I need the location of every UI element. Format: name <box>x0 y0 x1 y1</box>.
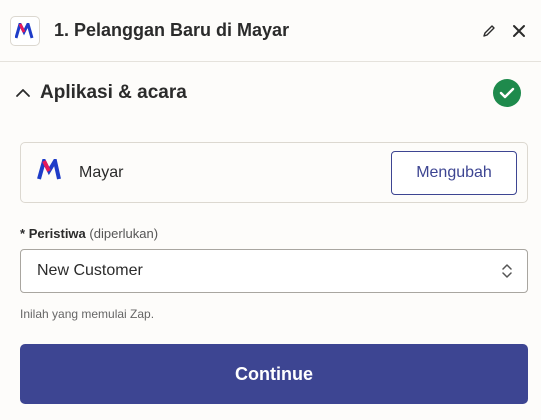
pencil-icon[interactable] <box>477 19 501 43</box>
app-event-section-header[interactable]: Aplikasi & acara <box>0 62 541 124</box>
change-app-button[interactable]: Mengubah <box>391 150 517 195</box>
close-icon[interactable] <box>507 19 531 43</box>
event-select[interactable]: New Customer <box>20 249 528 293</box>
selected-app-card: Mayar Mengubah <box>20 142 528 203</box>
required-marker: * <box>20 226 26 241</box>
event-select-value: New Customer <box>37 262 143 279</box>
mayar-logo-icon <box>10 15 40 46</box>
event-field-label: * Peristiwa (diperlukan) <box>20 226 158 241</box>
chevron-up-icon[interactable] <box>12 82 34 104</box>
section-title: Aplikasi & acara <box>40 82 187 103</box>
event-label: Peristiwa <box>28 226 86 241</box>
step-title: 1. Pelanggan Baru di Mayar <box>54 20 290 40</box>
checkmark-circle-icon <box>493 79 521 107</box>
up-down-arrows-icon <box>499 261 515 281</box>
mayar-logo-icon <box>37 155 63 186</box>
required-note: (diperlukan) <box>89 226 159 241</box>
step-header: 1. Pelanggan Baru di Mayar <box>0 0 541 62</box>
app-name: Mayar <box>79 163 124 181</box>
event-help-text: Inilah yang memulai Zap. <box>20 307 155 321</box>
continue-button[interactable]: Continue <box>20 344 528 404</box>
